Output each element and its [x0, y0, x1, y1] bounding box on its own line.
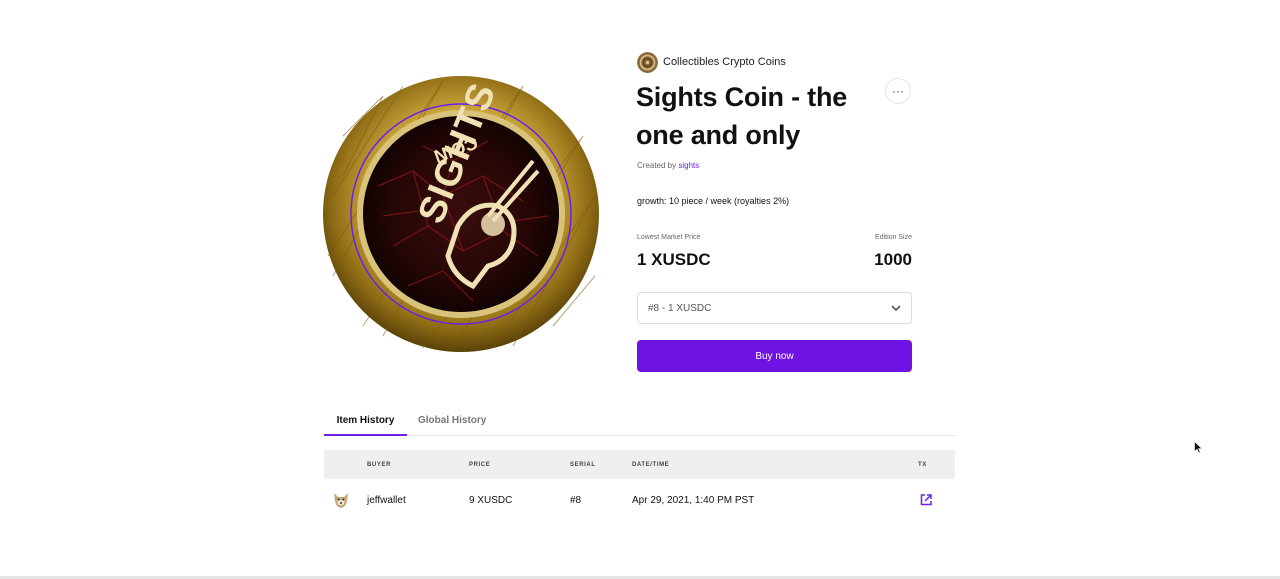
coin-image: SIGHTS COIN — [323, 76, 599, 352]
edition-size-label: Edition Size — [875, 234, 912, 241]
more-options-button[interactable]: ··· — [885, 78, 911, 104]
lowest-price-label: Lowest Market Price — [637, 234, 701, 241]
item-description: growth: 10 piece / week (royalties 2%) — [637, 196, 790, 206]
mouse-cursor-icon — [1194, 441, 1203, 454]
buyer-avatar — [334, 493, 348, 508]
created-by-label: Created by — [637, 161, 677, 170]
tab-item-history[interactable]: Item History — [324, 406, 407, 436]
collection-avatar-icon — [637, 51, 658, 73]
column-datetime: DATE/TIME — [632, 461, 670, 468]
creator-link[interactable]: sights — [678, 161, 699, 170]
collection-link[interactable]: Collectibles Crypto Coins — [637, 51, 786, 73]
row-price: 9 XUSDC — [469, 494, 513, 506]
column-serial: SERIAL — [570, 461, 596, 468]
item-title: Sights Coin - the one and only — [636, 82, 848, 150]
item-image: SIGHTS COIN — [323, 76, 599, 352]
buy-now-button[interactable]: Buy now — [637, 340, 912, 372]
row-serial: #8 — [570, 494, 582, 506]
buyer-name[interactable]: jeffwallet — [367, 484, 406, 516]
column-tx: TX — [918, 461, 927, 468]
ellipsis-icon: ··· — [892, 84, 904, 98]
row-datetime: Apr 29, 2021, 1:40 PM PST — [632, 494, 755, 506]
collection-name[interactable]: Collectibles Crypto Coins — [663, 56, 786, 68]
serial-select[interactable]: #8 - 1 XUSDC — [637, 292, 912, 324]
column-price: PRICE — [469, 461, 491, 468]
external-link-icon[interactable] — [918, 492, 934, 508]
chevron-down-icon — [891, 305, 901, 311]
history-table-header: BUYER PRICE SERIAL DATE/TIME TX — [324, 450, 955, 479]
history-tabs: Item History Global History — [324, 406, 955, 436]
created-by: Created by sights — [637, 161, 699, 170]
lowest-price-value: 1 XUSDC — [637, 250, 711, 269]
column-buyer: BUYER — [367, 461, 392, 468]
serial-select-value: #8 - 1 XUSDC — [648, 302, 712, 314]
table-row: jeffwallet 9 XUSDC #8 Apr 29, 2021, 1:40… — [324, 484, 955, 516]
tab-global-history[interactable]: Global History — [418, 406, 486, 434]
edition-size-value: 1000 — [874, 250, 912, 269]
